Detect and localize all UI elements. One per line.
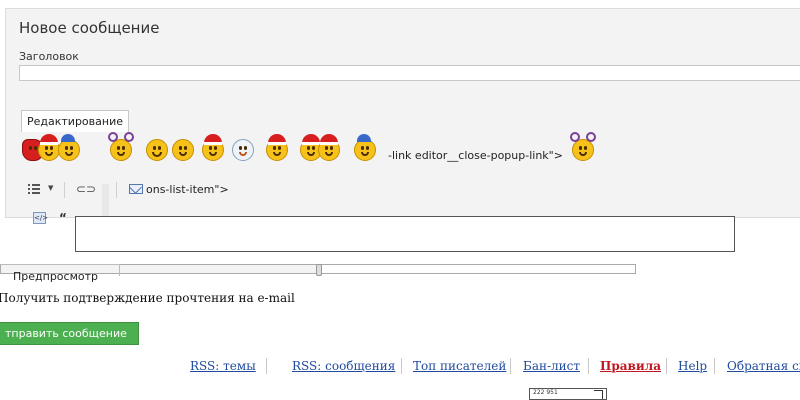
title-input[interactable] [19,65,800,81]
list-icon[interactable] [28,184,46,196]
santa-smiley-icon[interactable] [202,134,224,161]
footer-divider [266,358,267,374]
footer-divider [714,358,715,374]
horned-smiley-icon[interactable] [570,132,596,161]
send-message-button[interactable]: тправить сообщение [0,322,139,345]
editor-toolbar: ▼ ⊂⊃ ons-list-item"> [28,181,428,201]
toolbar-divider [64,182,65,198]
title-label: Заголовок [19,50,79,63]
leaked-markup-text: -link editor__close-popup-link"> [388,149,563,162]
footer-link-ban-list[interactable]: Бан-лист [523,359,580,373]
external-link-icon [594,390,603,399]
tab-edit[interactable]: Редактирование [21,110,129,132]
footer-link-rss-topics[interactable]: RSS: темы [190,359,256,373]
horned-smiley-icon[interactable] [108,132,134,161]
panel-title: Новое сообщение [19,19,160,37]
preview-tab[interactable]: Предпросмотр [13,270,98,283]
message-editor[interactable] [75,216,735,252]
captcha-counter: 222 951 [529,388,607,400]
captcha-text: 222 951 [533,389,558,396]
smiley-row: -link editor__close-popup-link"> [22,132,800,171]
grin-smiley-icon[interactable] [146,139,168,161]
progress-handle[interactable] [316,264,322,276]
footer-divider [510,358,511,374]
footer-link-help[interactable]: Help [678,359,707,373]
footer-link-rss-messages[interactable]: RSS: сообщения [292,359,395,373]
blue-hat-smiley-icon[interactable] [58,134,80,161]
santa-staff-icon[interactable] [266,134,288,161]
toolbar-divider [116,182,117,198]
toolbar-leaked-text: ons-list-item"> [146,183,229,196]
santa-smiley-icon[interactable] [38,134,60,161]
blue-hat-smiley-icon[interactable] [354,134,376,161]
chevron-down-icon[interactable]: ▼ [48,184,53,192]
link-icon[interactable]: ⊂⊃ [76,182,96,196]
source-code-icon[interactable]: </> [33,212,48,224]
footer-link-feedback[interactable]: Обратная св [727,359,800,373]
goggle-smiley-icon[interactable] [172,139,194,161]
new-message-panel: Новое сообщение Заголовок Редактирование… [5,8,800,224]
snowman-icon[interactable] [232,139,254,161]
footer-link-top-writers[interactable]: Топ писателей [413,359,506,373]
twin-santa-icon[interactable] [318,134,340,161]
footer-divider [666,358,667,374]
footer-link-rules[interactable]: Правила [600,359,661,373]
read-receipt-label[interactable]: Получить подтверждение прочтения на e-ma… [0,291,295,305]
footer-divider [588,358,589,374]
quote-icon[interactable]: “ [59,212,67,224]
mail-icon[interactable] [129,184,143,194]
footer-divider [401,358,402,374]
